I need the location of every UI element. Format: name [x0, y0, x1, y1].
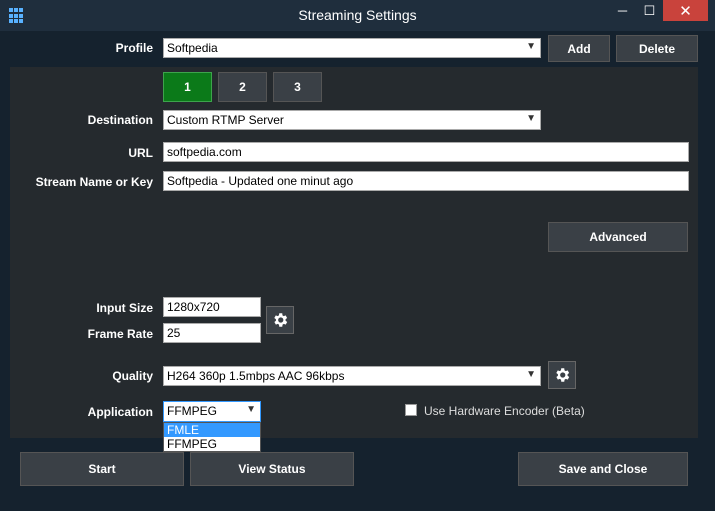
- application-option-fmle[interactable]: FMLE: [164, 423, 260, 437]
- close-button[interactable]: ✕: [663, 0, 708, 21]
- profile-value: Softpedia: [167, 41, 218, 55]
- chevron-down-icon: ▼: [246, 404, 256, 415]
- tab-1[interactable]: 1: [163, 72, 212, 102]
- application-label: Application: [87, 405, 153, 419]
- tab-2[interactable]: 2: [218, 72, 267, 102]
- url-label: URL: [128, 146, 153, 160]
- url-input[interactable]: softpedia.com: [163, 142, 689, 162]
- chevron-down-icon: ▼: [526, 369, 536, 380]
- advanced-button[interactable]: Advanced: [548, 222, 688, 252]
- stream-key-label: Stream Name or Key: [35, 175, 153, 189]
- input-size-label: Input Size: [96, 301, 153, 315]
- profile-label: Profile: [115, 41, 153, 55]
- quality-label: Quality: [112, 369, 153, 383]
- quality-settings-button[interactable]: [548, 361, 576, 389]
- maximize-button[interactable]: ☐: [636, 0, 663, 21]
- application-dropdown-list: FMLE FFMPEG: [163, 422, 261, 452]
- application-select[interactable]: FFMPEG ▼: [163, 401, 261, 422]
- hw-encoder-checkbox[interactable]: [405, 404, 417, 416]
- video-settings-button[interactable]: [266, 306, 294, 334]
- tab-3[interactable]: 3: [273, 72, 322, 102]
- start-button[interactable]: Start: [20, 452, 184, 486]
- delete-profile-button[interactable]: Delete: [616, 35, 698, 62]
- quality-select[interactable]: H264 360p 1.5mbps AAC 96kbps ▼: [163, 366, 541, 386]
- gear-icon: [274, 313, 288, 327]
- application-value: FFMPEG: [167, 404, 217, 418]
- window-title: Streaming Settings: [298, 7, 417, 23]
- quality-value: H264 360p 1.5mbps AAC 96kbps: [167, 369, 345, 383]
- frame-rate-input[interactable]: 25: [163, 323, 261, 343]
- save-and-close-button[interactable]: Save and Close: [518, 452, 688, 486]
- chevron-down-icon: ▼: [526, 41, 536, 52]
- input-size-input[interactable]: 1280x720: [163, 297, 261, 317]
- destination-select[interactable]: Custom RTMP Server ▼: [163, 110, 541, 130]
- chevron-down-icon: ▼: [526, 113, 536, 124]
- destination-label: Destination: [87, 113, 153, 127]
- view-status-button[interactable]: View Status: [190, 452, 354, 486]
- destination-value: Custom RTMP Server: [167, 113, 284, 127]
- application-option-ffmpeg[interactable]: FFMPEG: [164, 437, 260, 451]
- title-bar: Streaming Settings ─ ☐ ✕: [0, 0, 715, 31]
- hw-encoder-label: Use Hardware Encoder (Beta): [424, 404, 585, 418]
- gear-icon: [556, 368, 570, 382]
- frame-rate-label: Frame Rate: [87, 327, 153, 341]
- stream-key-input[interactable]: Softpedia - Updated one minut ago: [163, 171, 689, 191]
- minimize-button[interactable]: ─: [609, 0, 636, 21]
- profile-select[interactable]: Softpedia ▼: [163, 38, 541, 58]
- add-profile-button[interactable]: Add: [548, 35, 610, 62]
